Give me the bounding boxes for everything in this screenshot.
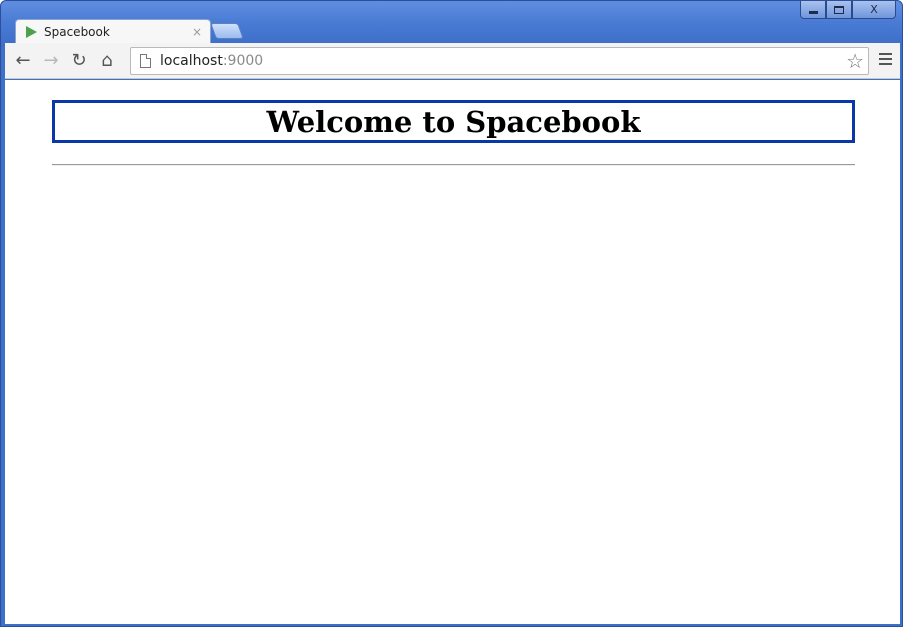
close-icon: X xyxy=(870,3,878,16)
reload-icon: ↻ xyxy=(71,50,87,71)
new-tab-button[interactable] xyxy=(210,23,244,39)
hamburger-icon-line xyxy=(879,58,892,60)
forward-button[interactable]: → xyxy=(37,47,65,75)
horizontal-rule xyxy=(52,164,855,166)
browser-toolbar: ← → ↻ ⌂ localhost :9000 ☆ xyxy=(5,43,900,79)
page-content: Welcome to Spacebook xyxy=(5,80,900,624)
back-button[interactable]: ← xyxy=(9,47,37,75)
play-favicon-icon xyxy=(26,26,37,38)
home-icon: ⌂ xyxy=(101,50,113,71)
hamburger-icon-line xyxy=(879,53,892,55)
minimize-icon xyxy=(808,10,818,14)
url-port: :9000 xyxy=(222,53,264,69)
minimize-button[interactable] xyxy=(800,1,826,19)
home-button[interactable]: ⌂ xyxy=(93,47,121,75)
address-bar[interactable]: localhost :9000 ☆ xyxy=(130,47,869,75)
reload-button[interactable]: ↻ xyxy=(65,47,93,75)
back-arrow-icon: ← xyxy=(15,50,31,71)
url-host: localhost xyxy=(160,53,223,69)
tab-spacebook[interactable]: Spacebook × xyxy=(15,19,211,44)
maximize-icon xyxy=(834,5,844,14)
heading-box: Welcome to Spacebook xyxy=(52,100,855,143)
menu-button[interactable] xyxy=(879,53,892,65)
tab-close-button[interactable]: × xyxy=(192,25,202,39)
bookmark-star-icon[interactable]: ☆ xyxy=(846,49,864,73)
hamburger-icon-line xyxy=(879,63,892,65)
page-title: Welcome to Spacebook xyxy=(266,104,641,139)
close-window-button[interactable]: X xyxy=(852,1,896,19)
window-controls: X xyxy=(800,1,896,20)
forward-arrow-icon: → xyxy=(43,50,59,71)
tab-title: Spacebook xyxy=(44,25,110,39)
maximize-button[interactable] xyxy=(826,1,852,19)
page-icon xyxy=(140,54,151,68)
browser-window: X Spacebook × ← → ↻ ⌂ localhost :9000 ☆ xyxy=(0,0,903,627)
